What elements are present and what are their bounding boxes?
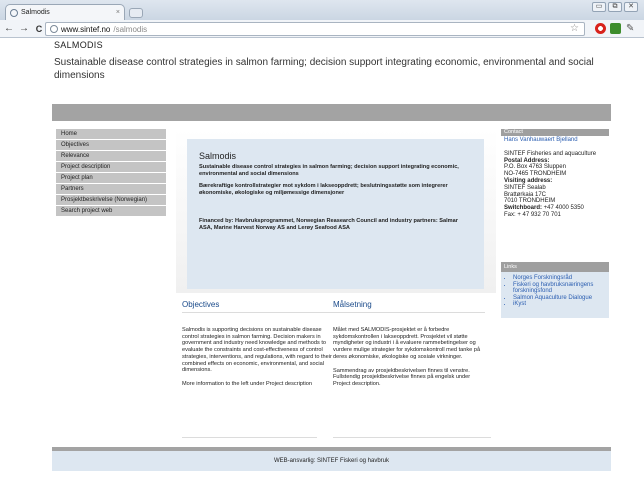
site-title: SALMODIS: [54, 40, 103, 50]
link-ikyst[interactable]: iKyst: [513, 301, 606, 308]
nav-item-prosjektbeskrivelse[interactable]: Prosjektbeskrivelse (Norwegian): [56, 195, 166, 205]
switchboard-line: Switchboard: +47 4000 5350: [504, 205, 606, 212]
nav-item-project-description[interactable]: Project description: [56, 162, 166, 172]
postal-line-1: P.O. Box 4763 Sluppen: [504, 164, 566, 171]
contact-name-link[interactable]: Hans Vanhauwaert Bjelland: [504, 137, 606, 144]
contact-heading: Contact: [501, 129, 609, 136]
intro-funding: Financed by: Havbruksprogrammet, Norwegi…: [199, 218, 458, 231]
reload-button[interactable]: C: [33, 24, 45, 34]
address-bar[interactable]: www.sintef.no/salmodis ☆: [45, 22, 585, 36]
visiting-line-1: SINTEF Sealab: [504, 184, 546, 191]
window-controls: ▭ ⧉ ✕: [592, 2, 638, 12]
left-navigation: Home Objectives Relevance Project descri…: [56, 129, 166, 217]
intro-english: Sustainable disease control strategies i…: [199, 164, 459, 177]
url-host: www.sintef.no: [61, 24, 111, 34]
close-tab-icon[interactable]: ×: [116, 9, 120, 16]
link-salmon-aquaculture-dialogue[interactable]: Salmon Aquaculture Dialogue: [513, 295, 606, 302]
close-window-button[interactable]: ✕: [624, 2, 638, 12]
postal-label: Postal Address:: [504, 157, 550, 164]
url-path: /salmodis: [113, 24, 148, 34]
page-info-icon[interactable]: [50, 25, 58, 33]
nav-item-home[interactable]: Home: [56, 129, 166, 139]
objectives-bottom-rule: [182, 437, 317, 438]
browser-tab-strip: Salmodis × ▭ ⧉ ✕: [0, 0, 644, 20]
links-panel: Links Norges Forskningsråd Fiskeri og ha…: [501, 262, 609, 318]
site-tagline: Sustainable disease control strategies i…: [54, 57, 594, 81]
intro-norwegian: Bærekraftige kontrollstrategier mot sykd…: [199, 183, 448, 196]
footer: WEB-ansvarlig: SINTEF Fiskeri og havbruk: [52, 451, 611, 471]
minimize-button[interactable]: ▭: [592, 2, 606, 12]
link-fiskeri-havbruk-fond[interactable]: Fiskeri og havbruksnæringens forskningsf…: [513, 282, 606, 295]
contact-panel: Contact Hans Vanhauwaert Bjelland SINTEF…: [501, 129, 609, 220]
postal-line-2: NO-7465 TRONDHEIM: [504, 171, 567, 178]
tab-title: Salmodis: [21, 9, 50, 16]
visiting-label: Visiting address:: [504, 177, 553, 184]
opera-icon[interactable]: [595, 23, 606, 34]
forward-button[interactable]: →: [18, 23, 30, 34]
malsetning-bottom-rule: [333, 437, 491, 438]
browser-tab[interactable]: Salmodis ×: [5, 4, 125, 20]
header-bar: [52, 104, 611, 121]
contact-org: SINTEF Fisheries and aquaculture: [504, 150, 597, 157]
fax-line: Fax: + 47 932 70 701: [504, 211, 561, 218]
nav-item-objectives[interactable]: Objectives: [56, 140, 166, 150]
nav-item-project-plan[interactable]: Project plan: [56, 173, 166, 183]
objectives-paragraph: Salmodis is supporting decisions on sust…: [182, 327, 332, 374]
intro-title: Salmodis: [199, 151, 237, 161]
links-list: Norges Forskningsråd Fiskeri og havbruks…: [501, 272, 609, 318]
malsetning-section: Målsetning Målet med SALMODIS-prosjektet…: [333, 300, 485, 395]
maximize-button[interactable]: ⧉: [608, 2, 622, 12]
objectives-section: Objectives Salmodis is supporting decisi…: [182, 300, 334, 395]
objectives-title: Objectives: [182, 300, 334, 313]
switchboard-number: +47 4000 5350: [542, 205, 584, 212]
switchboard-label: Switchboard:: [504, 205, 543, 212]
back-button[interactable]: ←: [3, 23, 15, 34]
visiting-line-3: 7010 TRONDHEIM: [504, 198, 556, 205]
links-heading: Links: [501, 262, 609, 272]
intro-box: Salmodis Sustainable disease control str…: [187, 139, 484, 289]
bookmark-star-icon[interactable]: ☆: [570, 23, 579, 34]
browser-toolbar: ← → C www.sintef.no/salmodis ☆: [0, 20, 644, 38]
contact-details: Hans Vanhauwaert Bjelland SINTEF Fisheri…: [501, 136, 609, 220]
nav-item-partners[interactable]: Partners: [56, 184, 166, 194]
wrench-icon[interactable]: ✎: [626, 23, 637, 34]
malsetning-title: Målsetning: [333, 300, 485, 313]
visiting-line-2: Brattørkaia 17C: [504, 191, 547, 198]
globe-icon: [10, 8, 18, 17]
malsetning-paragraph: Målet med SALMODIS-prosjektet er å forbe…: [333, 327, 481, 360]
green-ext-icon[interactable]: [610, 23, 621, 34]
malsetning-summary: Sammendrag av prosjektbeskrivelsen finne…: [333, 367, 471, 387]
nav-item-search-project-web[interactable]: Search project web: [56, 206, 166, 216]
objectives-more-info: More information to the left under Proje…: [182, 380, 312, 387]
new-tab-button[interactable]: [129, 8, 143, 18]
nav-item-relevance[interactable]: Relevance: [56, 151, 166, 161]
